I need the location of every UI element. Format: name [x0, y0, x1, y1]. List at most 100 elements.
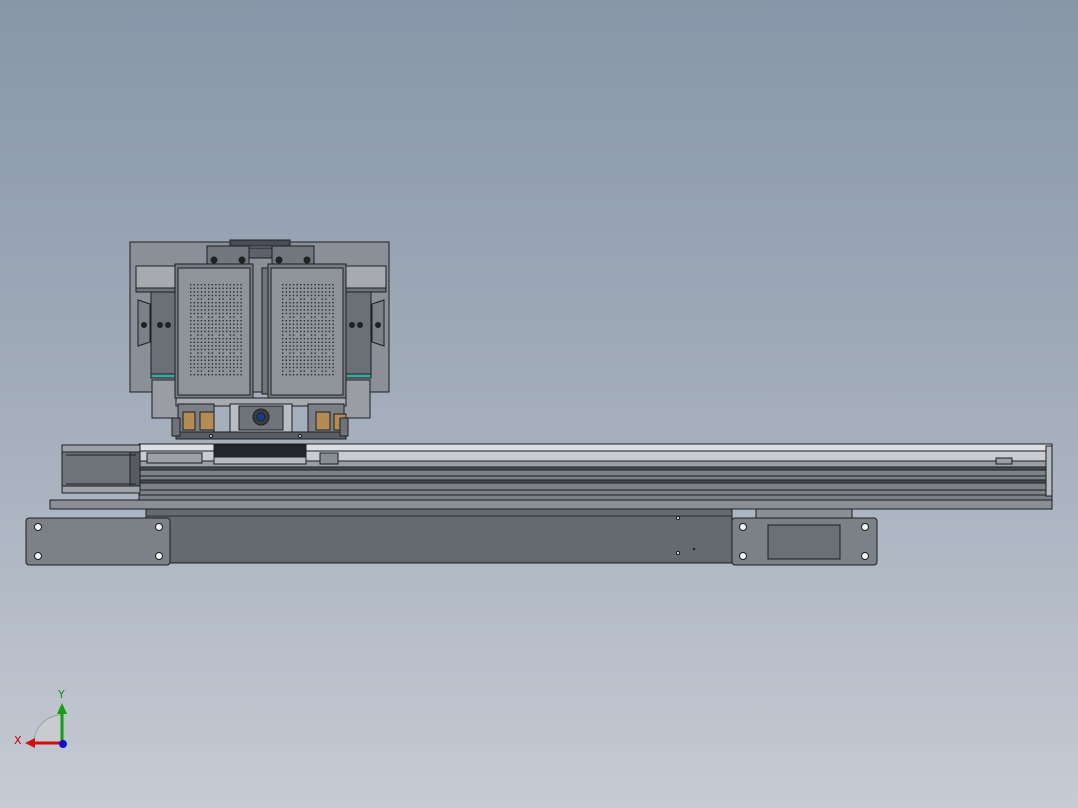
perforation-hole: [325, 345, 327, 347]
perforation-hole: [193, 312, 195, 315]
perforation-hole: [193, 302, 195, 304]
perforation-hole: [328, 323, 331, 325]
perforation-hole: [222, 302, 224, 304]
perforation-hole: [282, 363, 284, 365]
perforation-hole: [197, 323, 199, 325]
perforation-hole: [292, 312, 295, 315]
perforation-hole: [300, 370, 302, 372]
perforation-hole: [300, 374, 302, 376]
perforation-hole: [325, 320, 327, 322]
perforation-hole: [204, 356, 206, 358]
perforation-hole: [215, 305, 217, 307]
perforation-hole: [282, 370, 284, 372]
perforation-hole: [204, 348, 206, 351]
perforation-hole: [233, 356, 235, 358]
perforation-hole: [226, 320, 228, 322]
perforation-hole: [292, 284, 295, 286]
perforation-hole: [332, 309, 334, 311]
perforation-hole: [218, 323, 221, 325]
perforation-hole: [236, 359, 239, 361]
right-perforated-panel[interactable]: [267, 263, 347, 399]
perforation-hole: [229, 294, 231, 297]
perforation-hole: [200, 312, 203, 315]
cad-viewport[interactable]: X Y: [0, 0, 1078, 808]
perforation-hole: [282, 305, 284, 307]
perforation-hole: [282, 302, 284, 304]
perforation-hole: [233, 345, 235, 347]
perforation-hole: [310, 294, 313, 297]
perforation-hole: [215, 320, 217, 322]
perforation-hole: [307, 330, 309, 333]
perforation-hole: [193, 374, 195, 376]
perforation-hole: [190, 305, 192, 307]
perforation-hole: [236, 366, 239, 369]
perforation-hole: [321, 320, 323, 322]
perforation-hole: [236, 345, 239, 347]
perforation-hole: [193, 359, 195, 361]
perforation-hole: [229, 287, 231, 289]
perforation-hole: [292, 298, 295, 300]
perforation-hole: [310, 309, 313, 311]
perforation-hole: [193, 363, 195, 365]
perforation-hole: [310, 327, 313, 329]
perforation-hole: [190, 320, 192, 322]
perforation-hole: [240, 363, 242, 365]
left-foot-bracket[interactable]: [25, 517, 171, 566]
perforation-hole: [240, 284, 242, 286]
right-foot-bracket[interactable]: [731, 508, 878, 566]
perforation-hole: [200, 345, 203, 347]
perforation-hole: [197, 312, 199, 315]
perforation-hole: [300, 316, 302, 318]
perforation-hole: [215, 312, 217, 315]
perforation-hole: [218, 338, 221, 340]
perforation-hole: [190, 374, 192, 376]
perforation-hole: [240, 352, 242, 354]
perforation-hole: [211, 320, 213, 322]
lower-jaw-assembly[interactable]: [171, 397, 349, 440]
perforation-hole: [300, 298, 302, 300]
perforation-hole: [218, 356, 221, 358]
perforation-hole: [325, 366, 327, 369]
perforation-hole: [240, 334, 242, 336]
perforation-hole: [289, 352, 291, 354]
perforation-hole: [222, 312, 224, 315]
perforation-hole: [282, 345, 284, 347]
perforation-hole: [332, 291, 334, 293]
perforation-hole: [314, 312, 316, 315]
perforation-hole: [193, 348, 195, 351]
perforation-hole: [325, 341, 327, 343]
perforation-hole: [218, 327, 221, 329]
perforation-hole: [285, 345, 287, 347]
perforation-hole: [240, 316, 242, 318]
perforation-hole: [314, 320, 316, 322]
perforation-hole: [229, 341, 231, 343]
rail-motor[interactable]: [61, 444, 141, 494]
perforation-hole: [332, 327, 334, 329]
perforation-hole: [197, 330, 199, 333]
perforation-hole: [190, 294, 192, 297]
perforation-hole: [321, 366, 323, 369]
perforation-hole: [200, 291, 203, 293]
perforation-hole: [204, 366, 206, 369]
perforation-hole: [222, 323, 224, 325]
perforation-hole: [332, 323, 334, 325]
base-plate[interactable]: [49, 499, 1053, 564]
perforation-hole: [236, 287, 239, 289]
perforation-hole: [215, 294, 217, 297]
perforation-hole: [190, 323, 192, 325]
perforation-hole: [325, 294, 327, 297]
perforation-hole: [289, 323, 291, 325]
perforation-hole: [229, 320, 231, 322]
perforation-hole: [229, 284, 231, 286]
perforation-hole: [328, 330, 331, 333]
perforation-hole: [197, 363, 199, 365]
perforation-hole: [200, 302, 203, 304]
perforation-hole: [233, 316, 235, 318]
perforation-hole: [204, 302, 206, 304]
perforation-hole: [190, 334, 192, 336]
perforation-hole: [229, 374, 231, 376]
perforation-hole: [310, 334, 313, 336]
perforation-hole: [285, 323, 287, 325]
perforation-hole: [307, 374, 309, 376]
perforation-hole: [318, 305, 320, 307]
